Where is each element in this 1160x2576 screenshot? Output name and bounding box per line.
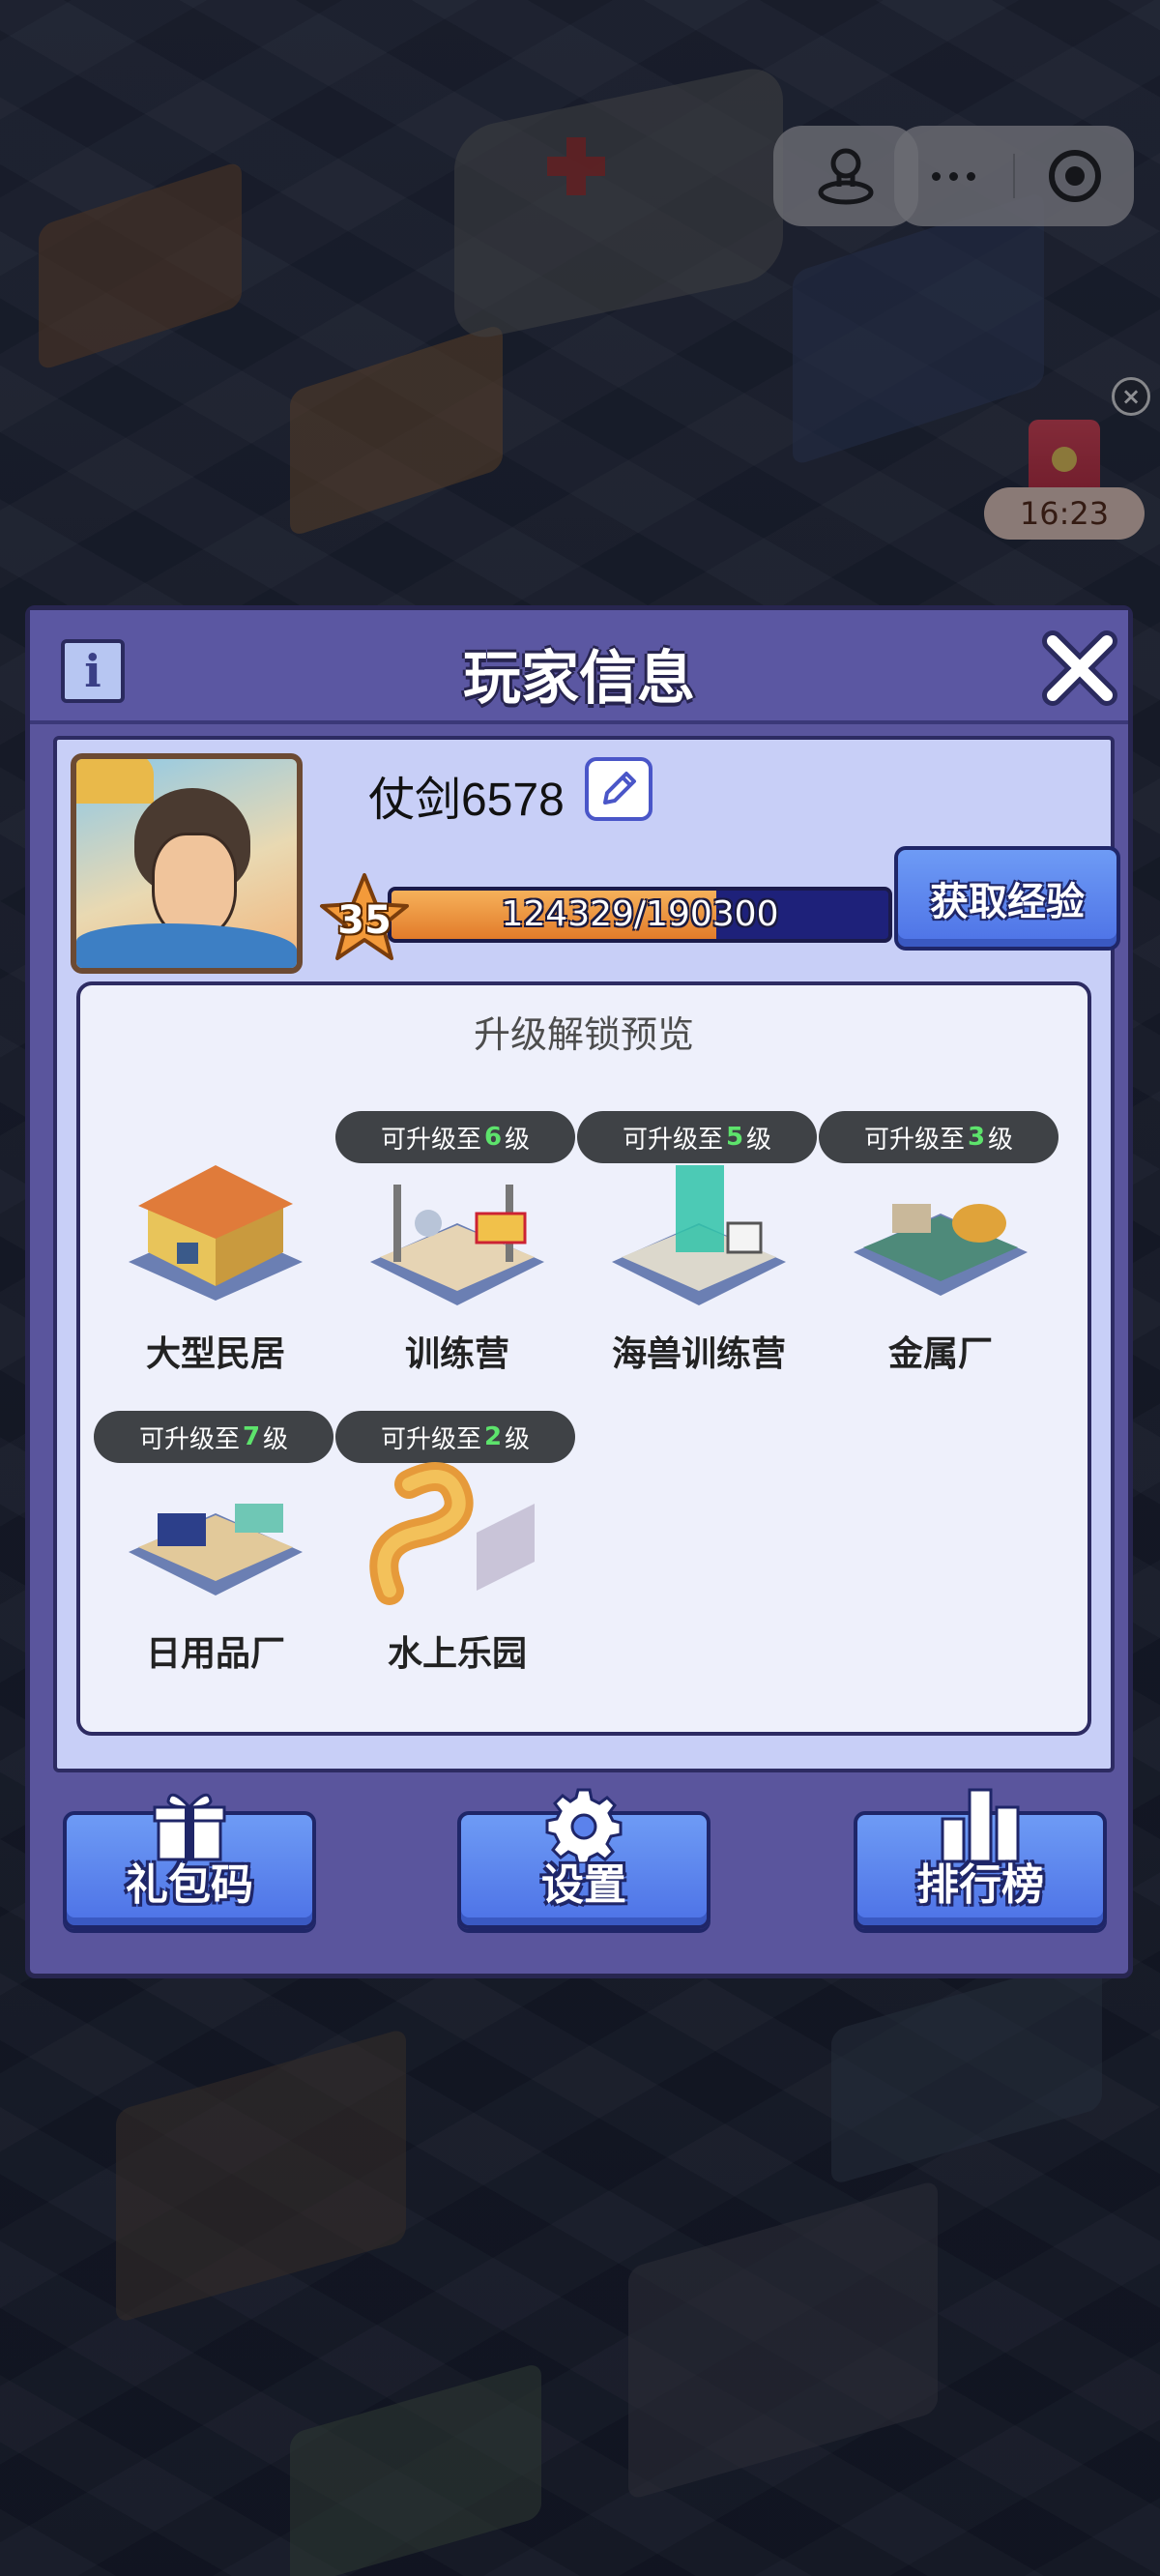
preview-title: 升级解锁预览	[473, 1013, 694, 1056]
building-name: 日用品厂	[145, 1634, 285, 1674]
building-card-water-park[interactable]: 可升级至 2 级 水上乐园	[335, 1411, 575, 1691]
exp-text: 124329/190300	[501, 894, 779, 934]
player-avatar[interactable]	[71, 753, 303, 974]
beach-umbrella-icon	[76, 759, 154, 804]
metal-factory-icon	[854, 1204, 1028, 1296]
training-camp-icon	[370, 1185, 544, 1305]
sea-beast-camp-icon	[612, 1165, 786, 1305]
player-level: 35	[337, 898, 392, 943]
edit-name-button[interactable]	[585, 757, 652, 821]
building-name: 金属厂	[887, 1334, 993, 1374]
building-card-metal-factory[interactable]: 可升级至 3 级 金属厂	[819, 1111, 1058, 1391]
gift-code-button[interactable]: 礼包码	[63, 1793, 316, 1929]
settings-label: 设置	[541, 1860, 626, 1910]
pencil-icon	[603, 772, 636, 805]
upgrade-preview-box: 升级解锁预览 大型民居 可升级至 6 级 训练营 可升级至 5 级 海兽训练营 …	[76, 981, 1091, 1736]
building-name: 水上乐园	[387, 1634, 527, 1674]
building-card-large-residence[interactable]: 大型民居	[100, 1111, 332, 1391]
building-name: 训练营	[404, 1334, 509, 1374]
building-card-training-camp[interactable]: 可升级至 6 级 训练营	[335, 1111, 575, 1391]
player-name: 仗剑6578	[368, 775, 565, 826]
leaderboard-button[interactable]: 排行榜	[854, 1788, 1107, 1929]
gift-code-label: 礼包码	[126, 1860, 253, 1910]
get-exp-button[interactable]: 获取经验	[894, 846, 1120, 951]
player-panel: 仗剑6578 35 124329/190300 获取经验 升级解锁预览 大型民居…	[53, 736, 1120, 1772]
leaderboard-label: 排行榜	[916, 1860, 1044, 1910]
settings-button[interactable]: 设置	[457, 1788, 710, 1929]
dialog-header: i 玩家信息	[30, 610, 1128, 724]
building-card-sea-beast-camp[interactable]: 可升级至 5 级 海兽训练营	[577, 1111, 817, 1391]
building-name: 海兽训练营	[611, 1334, 786, 1374]
building-name: 大型民居	[145, 1334, 285, 1374]
dialog-close-button[interactable]	[1039, 628, 1120, 709]
player-info-dialog: i 玩家信息 仗剑6578 35 124329/190300 获取经验 升级解锁…	[25, 605, 1133, 1978]
building-card-daily-goods-factory[interactable]: 可升级至 7 级 日用品厂	[94, 1411, 334, 1691]
get-exp-label: 获取经验	[930, 880, 1085, 924]
large-residence-icon	[129, 1165, 303, 1301]
daily-goods-factory-icon	[129, 1504, 303, 1595]
dialog-title: 玩家信息	[463, 645, 695, 713]
water-park-icon	[369, 1462, 535, 1605]
close-x-icon	[1042, 630, 1117, 706]
avatar-wave	[76, 923, 297, 968]
